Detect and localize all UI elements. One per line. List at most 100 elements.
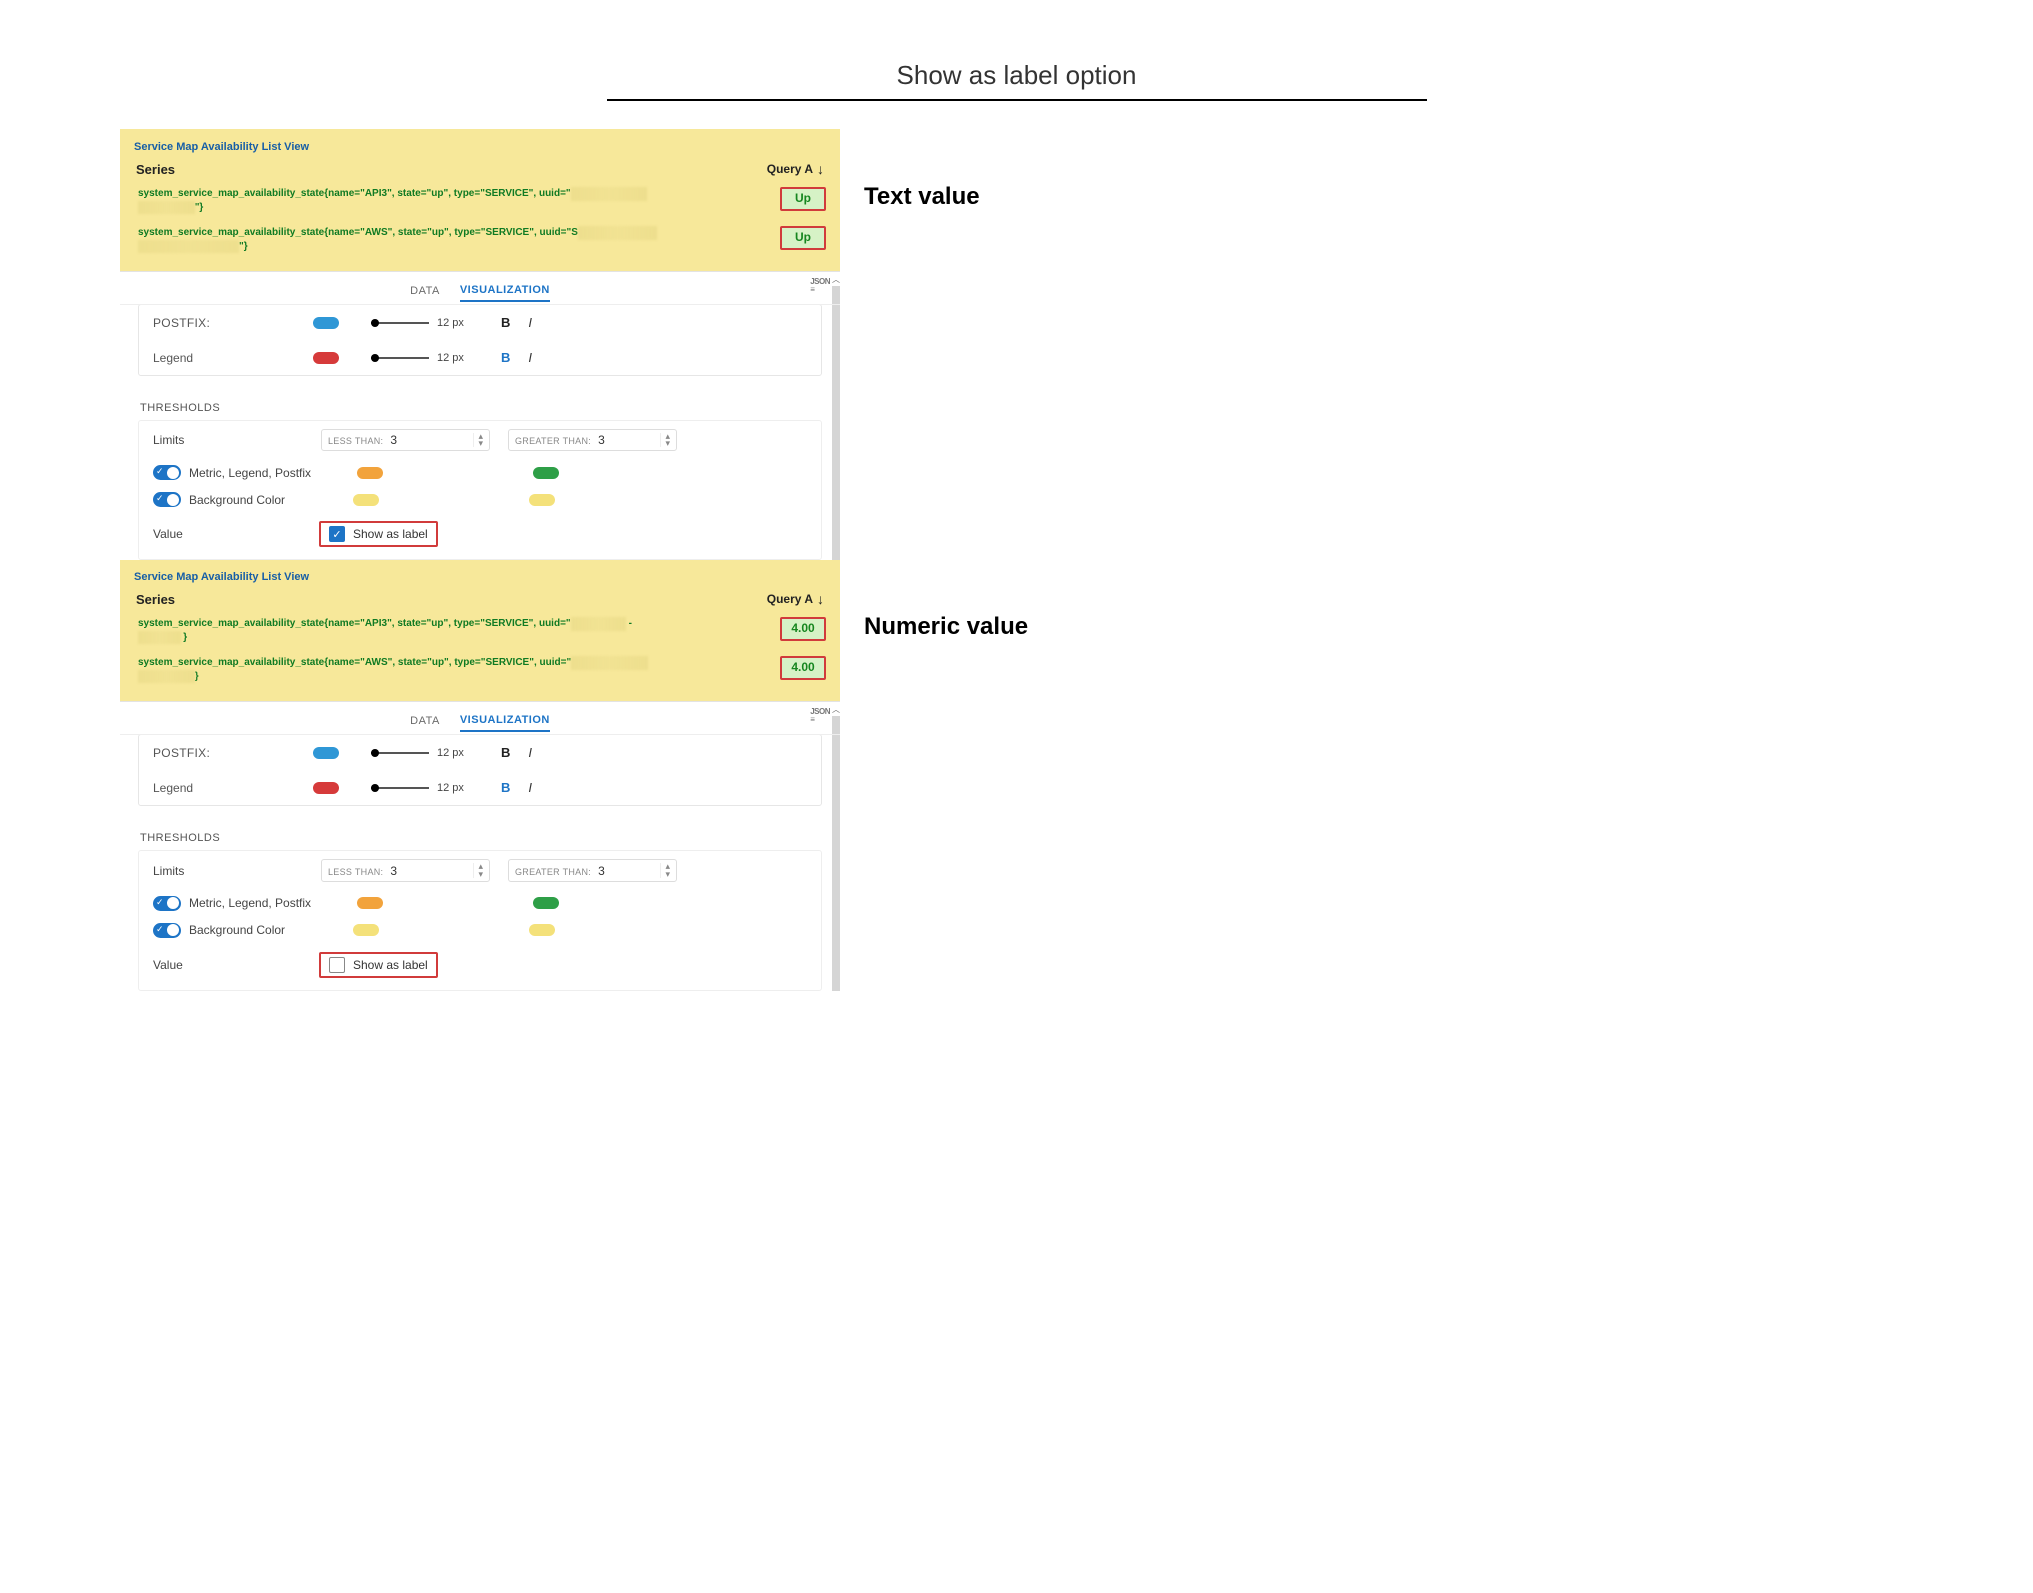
sort-down-icon[interactable]: ↓ [817, 591, 824, 607]
stepper-icon[interactable]: ▴▾ [660, 433, 670, 447]
legend-color-swatch[interactable] [313, 352, 339, 364]
series-name: system_service_map_availability_state{na… [138, 187, 770, 214]
background-color-row: ✓ Background Color [139, 486, 821, 513]
series-panel-header: Service Map Availability List View Serie… [120, 129, 840, 271]
show-as-label-checkbox[interactable]: ✓ [329, 526, 345, 542]
metric-legend-postfix-label: Metric, Legend, Postfix [189, 896, 311, 910]
limits-row: Limits LESS THAN: 3 ▴▾ GREATER THAN: 3 ▴… [139, 421, 821, 459]
background-color-toggle[interactable]: ✓ [153, 923, 181, 938]
threshold-low-color-swatch[interactable] [357, 897, 383, 909]
bold-button[interactable]: B [501, 745, 510, 760]
query-tag[interactable]: Query A ↓ [767, 591, 824, 607]
bg-low-color-swatch[interactable] [353, 924, 379, 936]
metric-legend-postfix-toggle[interactable]: ✓ [153, 896, 181, 911]
postfix-label: POSTFIX: [153, 316, 303, 330]
json-icon[interactable]: JSON≡ [810, 278, 830, 294]
postfix-row: POSTFIX: 12 px B I [139, 735, 821, 770]
greater-than-input[interactable]: GREATER THAN: 3 ▴▾ [508, 859, 677, 881]
stepper-icon[interactable]: ▴▾ [473, 863, 483, 877]
bold-button[interactable]: B [501, 350, 510, 365]
series-panel-header: Service Map Availability List View Serie… [120, 559, 840, 701]
series-row: system_service_map_availability_state{na… [134, 652, 826, 691]
tab-data[interactable]: DATA [410, 711, 440, 731]
background-color-label: Background Color [189, 493, 285, 507]
legend-size-slider[interactable]: 12 px [371, 782, 471, 794]
stepper-icon[interactable]: ▴▾ [473, 433, 483, 447]
thresholds-card: Limits LESS THAN: 3 ▴▾ GREATER THAN: 3 ▴… [138, 850, 822, 990]
value-label: Value [153, 958, 303, 972]
threshold-low-color-swatch[interactable] [357, 467, 383, 479]
thresholds-heading: THRESHOLDS [120, 820, 840, 850]
series-label: Series [136, 592, 175, 607]
page-title-row: Show as label option [20, 60, 2013, 91]
bold-button[interactable]: B [501, 315, 510, 330]
legend-row: Legend 12 px B I [139, 340, 821, 375]
threshold-high-color-swatch[interactable] [533, 897, 559, 909]
series-value-badge: Up [780, 226, 826, 250]
italic-button[interactable]: I [528, 745, 532, 760]
show-as-label-highlight: Show as label [319, 952, 438, 978]
series-header-row: Series Query A ↓ [134, 589, 826, 613]
show-as-label-text: Show as label [353, 958, 428, 972]
tabs: DATA VISUALIZATION JSON≡ [120, 702, 840, 735]
postfix-size-slider[interactable]: 12 px [371, 747, 471, 759]
scrollbar[interactable]: ︿ [832, 702, 840, 990]
bg-high-color-swatch[interactable] [529, 494, 555, 506]
query-tag-text: Query A [767, 162, 813, 176]
metric-legend-postfix-toggle[interactable]: ✓ [153, 465, 181, 480]
limits-label: Limits [153, 864, 303, 878]
legend-color-swatch[interactable] [313, 782, 339, 794]
series-row: system_service_map_availability_state{na… [134, 183, 826, 222]
sort-down-icon[interactable]: ↓ [817, 161, 824, 177]
tab-data[interactable]: DATA [410, 281, 440, 301]
json-icon[interactable]: JSON≡ [810, 708, 830, 724]
tabs: DATA VISUALIZATION JSON≡ [120, 272, 840, 305]
widget-title: Service Map Availability List View [134, 567, 826, 589]
tab-visualization[interactable]: VISUALIZATION [460, 710, 550, 732]
bold-button[interactable]: B [501, 780, 510, 795]
show-as-label-highlight: ✓ Show as label [319, 521, 438, 547]
tab-visualization[interactable]: VISUALIZATION [460, 280, 550, 302]
italic-button[interactable]: I [528, 315, 532, 330]
postfix-row: POSTFIX: 12 px B I [139, 305, 821, 340]
italic-button[interactable]: I [528, 350, 532, 365]
style-controls-card: POSTFIX: 12 px B I Legend [138, 304, 822, 376]
postfix-color-swatch[interactable] [313, 317, 339, 329]
show-as-label-checkbox[interactable] [329, 957, 345, 973]
stepper-icon[interactable]: ▴▾ [660, 863, 670, 877]
value-row: Value Show as label [139, 944, 821, 990]
page-title: Show as label option [897, 60, 1137, 91]
thresholds-heading: THRESHOLDS [120, 390, 840, 420]
scrollbar[interactable]: ︿ [832, 272, 840, 560]
thresholds-card: Limits LESS THAN: 3 ▴▾ GREATER THAN: 3 ▴… [138, 420, 822, 560]
query-tag[interactable]: Query A ↓ [767, 161, 824, 177]
series-value-badge: 4.00 [780, 617, 826, 641]
caption-numeric-value: Numeric value [864, 559, 1028, 641]
series-name: system_service_map_availability_state{na… [138, 617, 770, 644]
bg-high-color-swatch[interactable] [529, 924, 555, 936]
widget-title: Service Map Availability List View [134, 137, 826, 159]
caption-text-value: Text value [864, 129, 980, 211]
legend-label: Legend [153, 351, 303, 365]
postfix-color-swatch[interactable] [313, 747, 339, 759]
series-value-badge: Up [780, 187, 826, 211]
value-label: Value [153, 527, 303, 541]
background-color-toggle[interactable]: ✓ [153, 492, 181, 507]
series-value-badge: 4.00 [780, 656, 826, 680]
limits-row: Limits LESS THAN: 3 ▴▾ GREATER THAN: 3 ▴… [139, 851, 821, 889]
postfix-label: POSTFIX: [153, 746, 303, 760]
threshold-high-color-swatch[interactable] [533, 467, 559, 479]
postfix-size-slider[interactable]: 12 px [371, 317, 471, 329]
metric-legend-postfix-label: Metric, Legend, Postfix [189, 466, 311, 480]
italic-button[interactable]: I [528, 780, 532, 795]
less-than-input[interactable]: LESS THAN: 3 ▴▾ [321, 429, 490, 451]
series-name: system_service_map_availability_state{na… [138, 656, 770, 683]
series-row: system_service_map_availability_state{na… [134, 613, 826, 652]
background-color-label: Background Color [189, 923, 285, 937]
greater-than-input[interactable]: GREATER THAN: 3 ▴▾ [508, 429, 677, 451]
less-than-input[interactable]: LESS THAN: 3 ▴▾ [321, 859, 490, 881]
bg-low-color-swatch[interactable] [353, 494, 379, 506]
series-header-row: Series Query A ↓ [134, 159, 826, 183]
legend-size-slider[interactable]: 12 px [371, 352, 471, 364]
show-as-label-text: Show as label [353, 527, 428, 541]
